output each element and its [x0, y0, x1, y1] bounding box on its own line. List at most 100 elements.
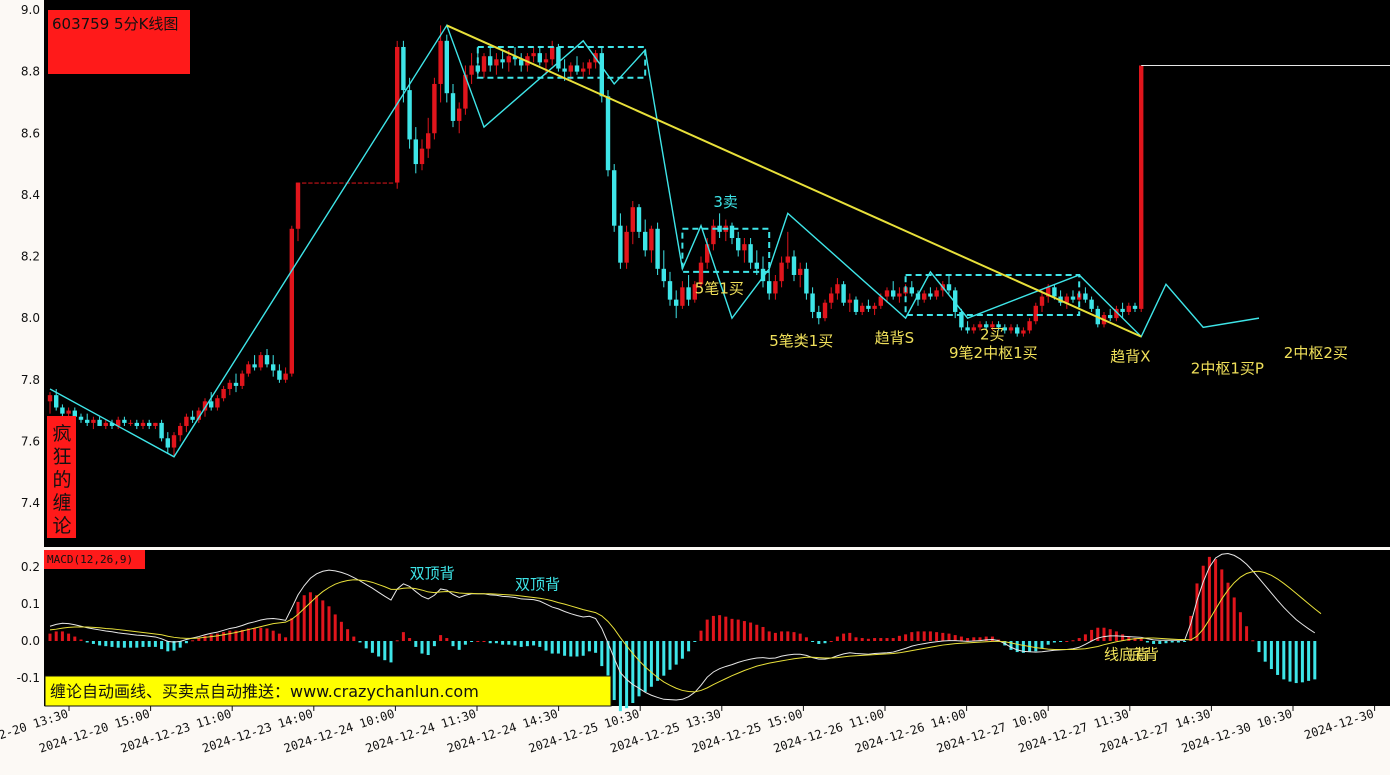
- macd-bar: [736, 619, 740, 641]
- macd-bar: [693, 641, 697, 642]
- macd-bar: [246, 628, 250, 641]
- macd-bar: [48, 633, 52, 641]
- macd-bar: [352, 636, 356, 641]
- candle-body: [1039, 296, 1045, 306]
- macd-bar: [1158, 641, 1162, 644]
- candle-body: [481, 56, 487, 72]
- candle-body: [779, 262, 784, 282]
- candle-body: [438, 40, 443, 84]
- macd-bar: [742, 621, 746, 641]
- macd-bar: [395, 640, 399, 642]
- candle-body: [388, 182, 394, 184]
- macd-bar: [904, 634, 908, 641]
- macd-bar: [1183, 641, 1187, 642]
- macd-bar: [1257, 641, 1261, 653]
- macd-bar: [879, 638, 883, 641]
- macd-bar: [277, 633, 281, 641]
- macd-bar: [835, 636, 839, 641]
- macd-bar: [129, 641, 133, 648]
- macd-bar: [271, 630, 275, 641]
- macd-bar: [674, 641, 678, 665]
- candle-body: [134, 422, 139, 426]
- macd-bar: [848, 632, 852, 641]
- price-annotation: 趋背S: [875, 329, 915, 347]
- candle-body: [810, 293, 815, 312]
- candle-body: [636, 207, 642, 232]
- macd-bar: [209, 634, 213, 641]
- macd-bar: [1090, 629, 1094, 641]
- macd-bar: [581, 641, 585, 656]
- macd-bar: [302, 595, 306, 641]
- candle-body: [965, 327, 970, 331]
- macd-bar: [414, 641, 418, 647]
- macd-bar: [705, 619, 709, 641]
- macd-bar: [724, 616, 728, 641]
- macd-bar: [575, 641, 579, 657]
- macd-bar: [1052, 641, 1056, 643]
- candle-body: [1052, 287, 1057, 297]
- macd-bar: [866, 638, 870, 641]
- candle-body: [500, 59, 505, 63]
- macd-bar: [897, 635, 901, 641]
- macd-bar: [811, 641, 815, 642]
- macd-bar: [519, 641, 523, 647]
- macd-bar: [1176, 641, 1180, 643]
- macd-bar: [928, 631, 932, 641]
- macd-bar: [383, 641, 387, 661]
- candle-body: [1021, 330, 1026, 334]
- macd-bar: [587, 641, 591, 652]
- macd-bar: [1251, 640, 1255, 642]
- macd-bar: [463, 641, 467, 645]
- macd-bar: [358, 641, 362, 643]
- candle-body: [159, 422, 164, 439]
- macd-bar: [966, 638, 970, 641]
- candle-body: [283, 373, 288, 380]
- macd-bar: [755, 624, 759, 641]
- macd-bar: [191, 640, 195, 642]
- candle-body: [748, 244, 753, 263]
- macd-bar: [451, 641, 455, 647]
- candle-body: [1132, 305, 1138, 309]
- candle-body: [587, 62, 592, 69]
- candle-body: [85, 419, 90, 423]
- macd-bar: [1313, 641, 1317, 680]
- macd-bar: [339, 621, 343, 641]
- macd-bar: [321, 600, 325, 641]
- macd-bar: [160, 641, 164, 650]
- macd-bar: [873, 638, 877, 641]
- macd-bar: [711, 615, 715, 641]
- watermark-vertical: 疯 狂 的 缠 论: [52, 423, 71, 537]
- candle-body: [661, 268, 666, 282]
- candle-body: [841, 284, 846, 303]
- macd-bar: [222, 632, 226, 641]
- macd-bar: [556, 641, 560, 654]
- candle-body: [103, 422, 108, 426]
- macd-bar: [284, 637, 288, 641]
- candle-body: [1070, 296, 1076, 300]
- macd-bar: [426, 641, 430, 656]
- price-annotation: 2买: [980, 326, 1005, 344]
- macd-bar: [346, 629, 350, 641]
- macd-bar: [1083, 634, 1087, 641]
- candle-body: [326, 182, 332, 184]
- candle-body: [190, 416, 195, 420]
- price-annotation: 5笔1买: [695, 279, 744, 297]
- macd-bar: [153, 641, 157, 647]
- candle-body: [1139, 65, 1144, 309]
- candle-body: [785, 256, 790, 263]
- macd-bar: [842, 633, 846, 641]
- candle-body: [822, 302, 828, 319]
- macd-tick-label: -0.1: [17, 671, 40, 685]
- candle-body: [1089, 299, 1094, 309]
- candle-body: [122, 419, 127, 423]
- macd-bar: [612, 641, 616, 701]
- macd-bar: [718, 615, 722, 641]
- candle-body: [742, 244, 747, 251]
- macd-bar: [389, 641, 393, 663]
- macd-bar: [98, 641, 102, 646]
- macd-bar: [761, 626, 765, 641]
- candle-body: [60, 407, 65, 414]
- candle-body: [574, 65, 580, 72]
- candle-body: [419, 148, 425, 165]
- macd-bar: [54, 631, 58, 641]
